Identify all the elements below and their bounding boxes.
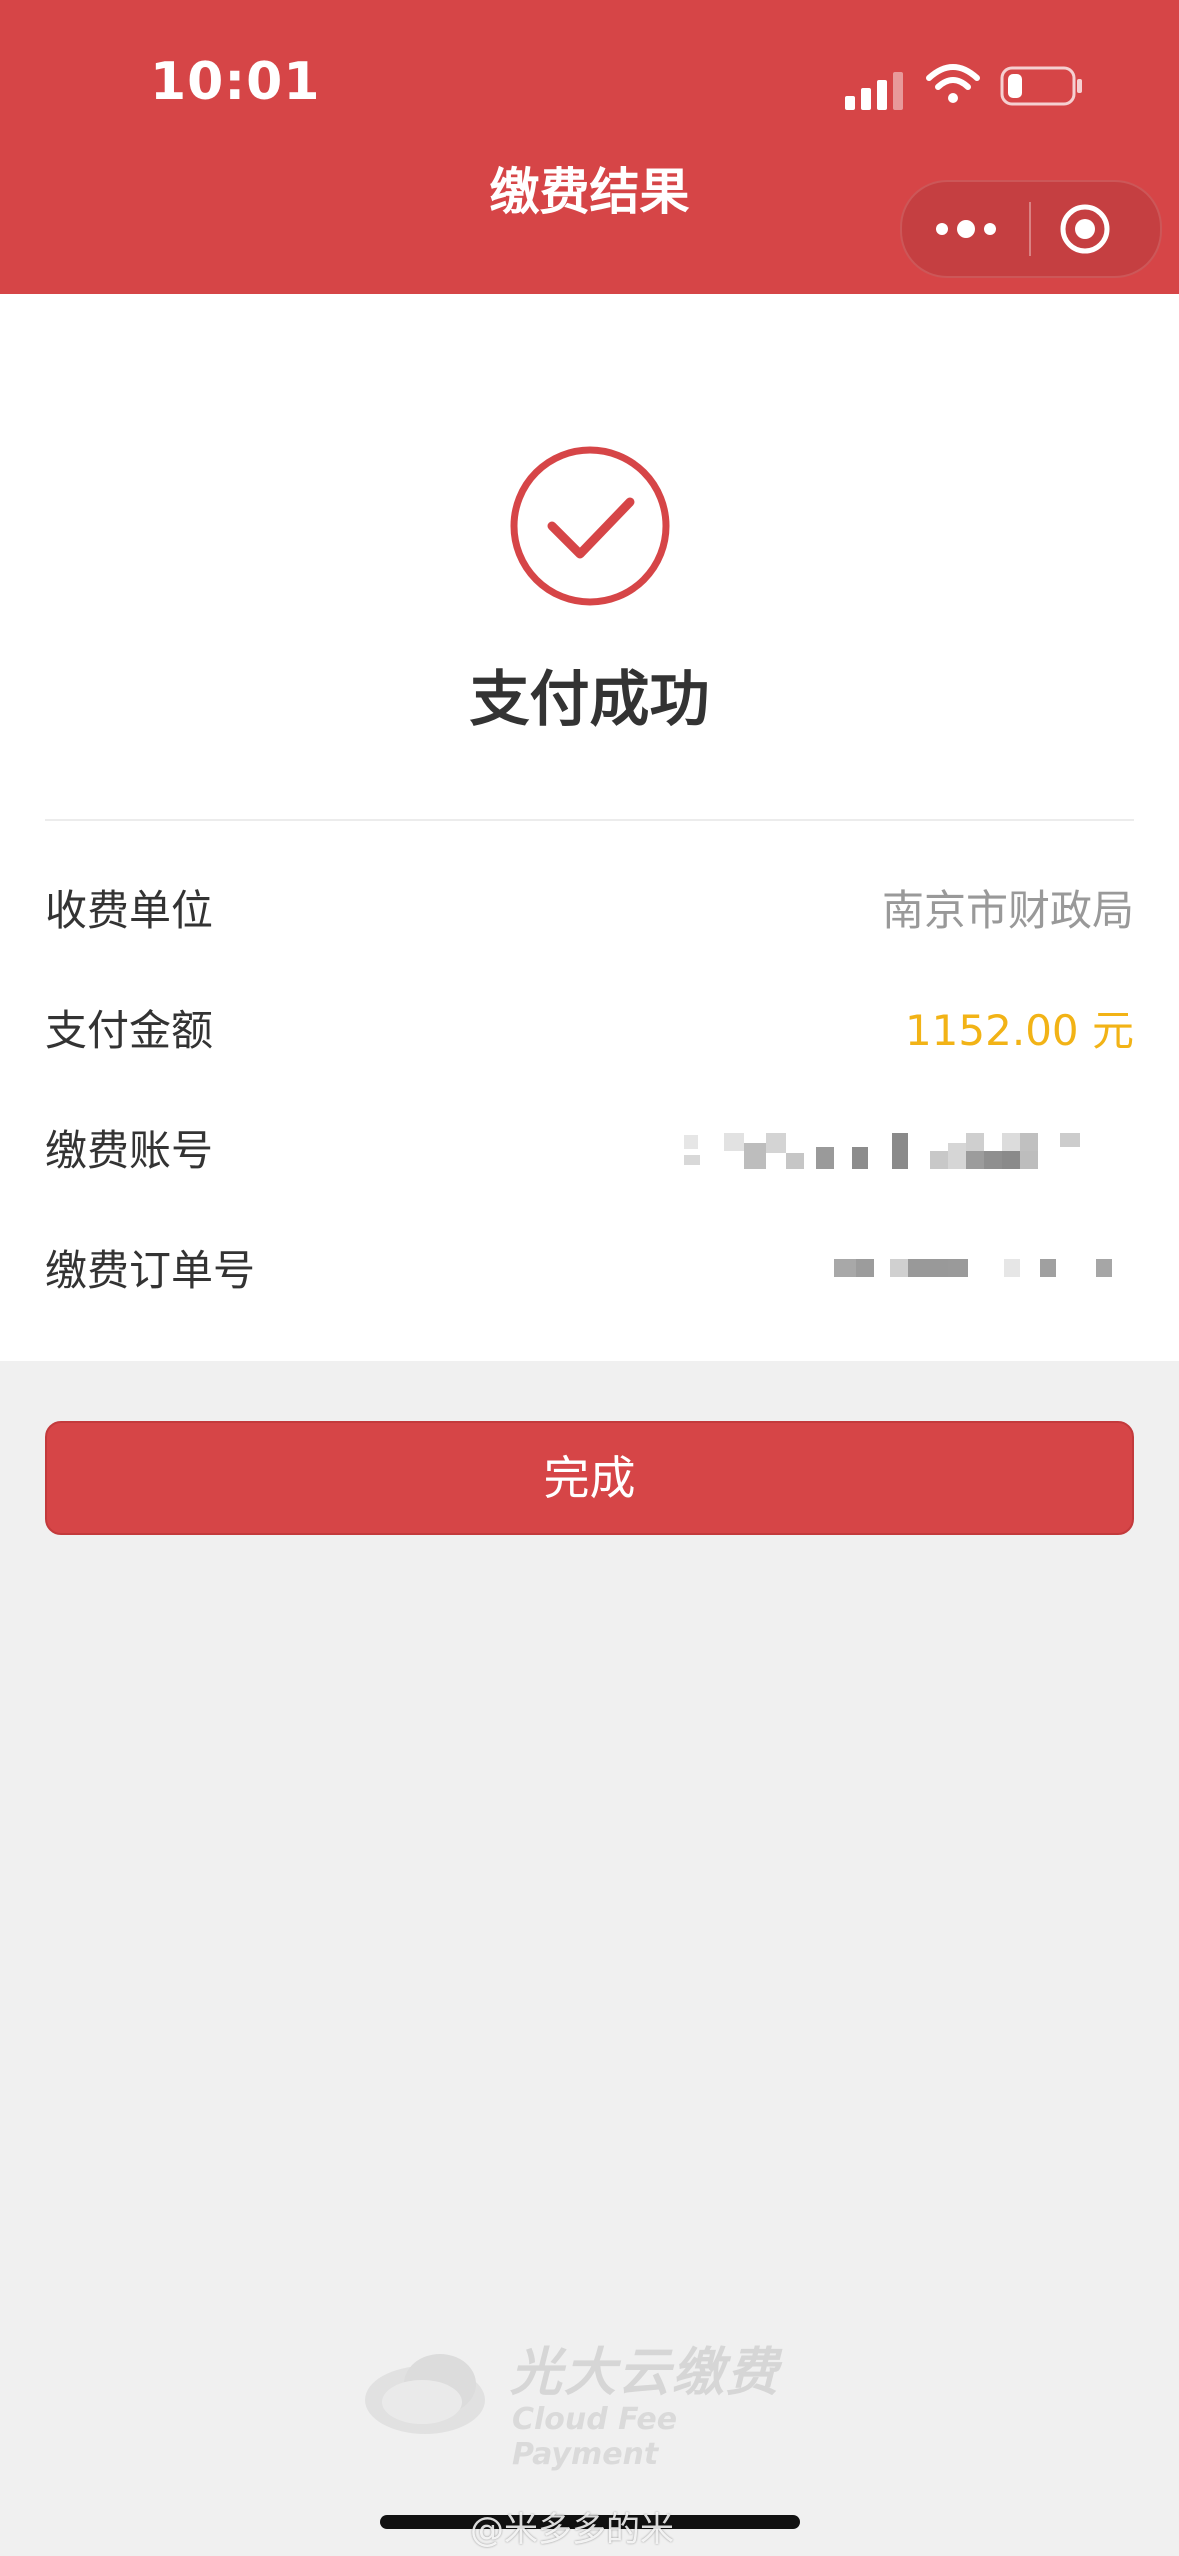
more-dots-icon[interactable]	[930, 204, 1002, 254]
miniprogram-capsule	[900, 180, 1162, 278]
top-header: 10:01 缴费结果	[0, 0, 1179, 294]
brand-name-cn: 光大云缴费	[510, 2343, 781, 2403]
done-button[interactable]: 完成	[45, 1421, 1134, 1535]
detail-label: 缴费订单号	[45, 1246, 256, 1295]
redacted-order-number	[834, 1259, 1112, 1277]
brand-logo: 光大云缴费 Cloud Fee Payment	[360, 2330, 830, 2472]
detail-row-amount: 支付金额 1152.00 元	[45, 991, 1134, 1071]
battery-icon	[1000, 66, 1082, 106]
check-circle-icon	[510, 446, 670, 606]
detail-row-order: 缴费订单号	[45, 1231, 1134, 1311]
detail-label: 支付金额	[45, 1006, 214, 1055]
brand-name-en: Cloud Fee Payment	[512, 2402, 678, 2472]
detail-value: 南京市财政局	[881, 886, 1134, 935]
capsule-divider	[1029, 202, 1031, 256]
payment-success-title: 支付成功	[469, 665, 710, 735]
status-time: 10:01	[150, 52, 321, 112]
detail-label: 缴费账号	[45, 1126, 214, 1175]
redacted-account-number	[684, 1133, 1080, 1169]
payment-amount: 1152.00 元	[904, 1006, 1134, 1055]
result-card: 支付成功 收费单位 南京市财政局 支付金额 1152.00 元 缴费账号 缴费订…	[0, 294, 1179, 1361]
detail-label: 收费单位	[45, 886, 214, 935]
wifi-icon	[926, 64, 980, 103]
cloud-logo-icon	[365, 2354, 485, 2434]
miniprogram-close-icon[interactable]	[1058, 202, 1112, 256]
watermark-text: @米多多的米	[470, 2510, 674, 2550]
detail-row-account: 缴费账号	[45, 1111, 1134, 1191]
detail-row-payee: 收费单位 南京市财政局	[45, 871, 1134, 951]
cellular-signal-icon	[845, 72, 903, 110]
section-divider	[45, 819, 1134, 821]
